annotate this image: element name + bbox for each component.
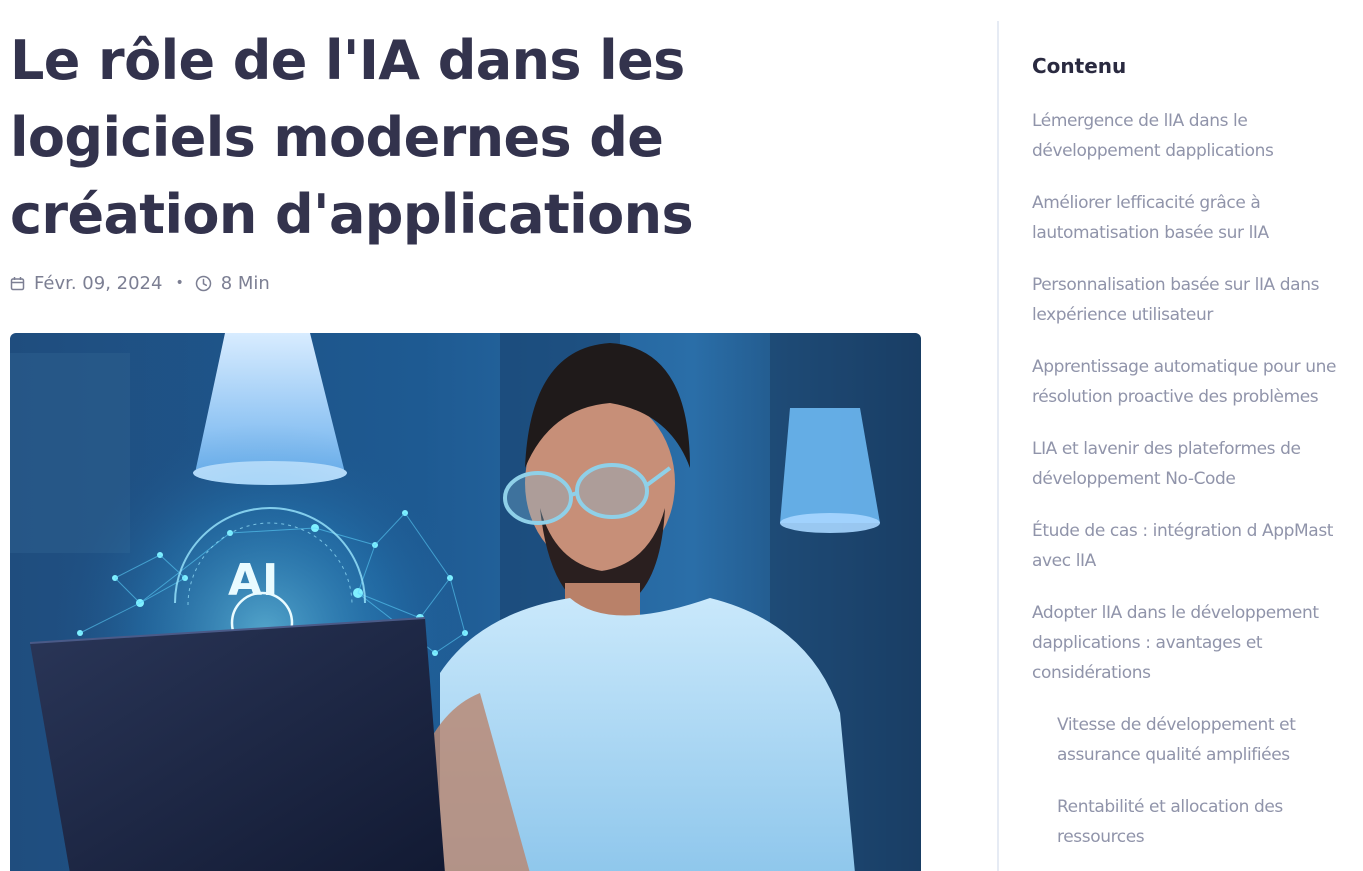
clock-icon: [195, 275, 212, 292]
read-time: 8 Min: [220, 272, 270, 294]
toc-link[interactable]: Étude de cas : intégration d AppMast ave…: [1032, 516, 1363, 576]
hero-image: AI: [10, 333, 921, 871]
toc-link[interactable]: Personnalisation basée sur lIA dans lexp…: [1032, 270, 1363, 330]
toc-link[interactable]: LIA et lavenir des plateformes de dévelo…: [1032, 434, 1363, 494]
publish-date: Févr. 09, 2024: [34, 272, 163, 294]
toc-link[interactable]: Améliorer lefficacité grâce à lautomatis…: [1032, 188, 1363, 248]
article-header: Le rôle de l'IA dans les logiciels moder…: [10, 22, 930, 297]
toc-link[interactable]: Adopter lIA dans le développement dappli…: [1032, 598, 1363, 688]
article-meta: Févr. 09, 2024 • 8 Min: [10, 269, 930, 297]
hero-ai-text: AI: [228, 555, 278, 606]
table-of-contents: Contenu Lémergence de lIA dans le dévelo…: [1032, 50, 1363, 871]
meta-separator: •: [175, 275, 184, 291]
toc-sublink[interactable]: Vitesse de développement et assurance qu…: [1032, 710, 1363, 770]
calendar-icon: [10, 276, 25, 291]
article-title: Le rôle de l'IA dans les logiciels moder…: [10, 29, 694, 246]
toc-heading: Contenu: [1032, 54, 1127, 78]
toc-link[interactable]: Apprentissage automatique pour une résol…: [1032, 352, 1363, 412]
article-page: Le rôle de l'IA dans les logiciels moder…: [0, 0, 1363, 871]
sidebar-divider: [997, 21, 999, 871]
toc-list: Lémergence de lIA dans le développement …: [1032, 106, 1363, 852]
toc-sublink[interactable]: Rentabilité et allocation des ressources: [1032, 792, 1363, 852]
toc-link[interactable]: Lémergence de lIA dans le développement …: [1032, 106, 1363, 166]
